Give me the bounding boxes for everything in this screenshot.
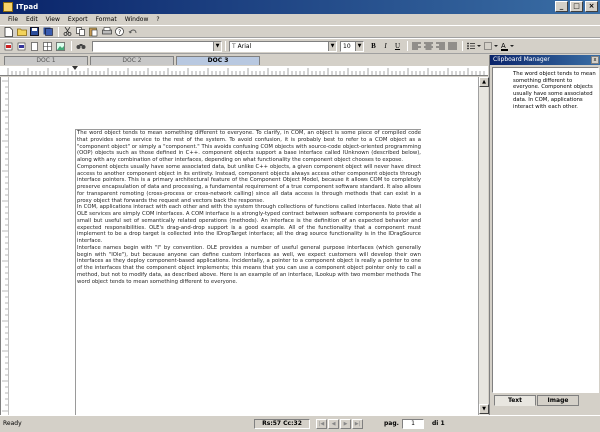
- tab-doc-1[interactable]: DOC 1: [4, 56, 88, 65]
- paragraph: In COM, applications interact with each …: [77, 204, 421, 244]
- first-page-icon[interactable]: |◀: [316, 419, 327, 429]
- font-size-combo[interactable]: 10 ▼: [340, 40, 364, 52]
- clipboard-title: Clipboard Manager x: [490, 55, 600, 65]
- clipboard-content[interactable]: The word object tends to mean something …: [492, 67, 599, 393]
- clipboard-text: The word object tends to mean something …: [513, 71, 596, 110]
- menu-export[interactable]: Export: [64, 16, 92, 23]
- tab-doc-2[interactable]: DOC 2: [90, 56, 174, 65]
- paragraph: The word object tends to mean something …: [77, 130, 421, 163]
- save-all-icon[interactable]: [42, 27, 53, 37]
- save-icon[interactable]: [29, 27, 40, 37]
- page-label: pag.: [384, 420, 399, 427]
- font-name-value: Arial: [237, 42, 252, 50]
- mark-blue-icon[interactable]: [16, 41, 27, 51]
- format-toolbar: ▼ T Arial ▼ 10 ▼ B I U A: [0, 38, 600, 54]
- chevron-down-icon: ▼: [328, 41, 336, 51]
- toolbar-separator: [71, 41, 72, 51]
- standard-toolbar: ?: [0, 25, 600, 38]
- bold-button[interactable]: B: [368, 41, 379, 52]
- menu-bar: File Edit View Export Format Window ?: [0, 14, 600, 25]
- toolbar-separator: [462, 41, 463, 51]
- align-right-icon[interactable]: [435, 41, 446, 52]
- close-button[interactable]: ×: [585, 1, 598, 12]
- status-text: Ready: [3, 420, 22, 427]
- paragraph: Component objects usually have some asso…: [77, 163, 421, 204]
- font-size-value: 10: [343, 42, 351, 50]
- chevron-down-icon: ▼: [213, 41, 221, 51]
- menu-window[interactable]: Window: [121, 16, 153, 23]
- clipboard-panel: Clipboard Manager x The word object tend…: [489, 55, 600, 415]
- page-input[interactable]: 1: [402, 419, 424, 429]
- document-text[interactable]: The word object tends to mean something …: [75, 129, 421, 415]
- svg-text:A: A: [501, 43, 506, 50]
- title-bar: ITpad _ □ ×: [0, 0, 600, 14]
- document-area[interactable]: The word object tends to mean something …: [0, 77, 478, 415]
- menu-help[interactable]: ?: [152, 16, 163, 23]
- underline-button[interactable]: U: [392, 41, 403, 52]
- align-justify-icon[interactable]: [447, 41, 458, 52]
- paragraph: Interface names begin with "I" by conven…: [77, 244, 421, 285]
- window-controls: _ □ ×: [555, 1, 598, 12]
- chevron-down-icon: ▼: [355, 41, 363, 51]
- style-combo[interactable]: ▼: [92, 40, 222, 52]
- cursor-position: Rs:57 Cc:32: [254, 419, 310, 429]
- menu-edit[interactable]: Edit: [22, 16, 42, 23]
- print-icon[interactable]: [101, 27, 112, 37]
- close-icon[interactable]: x: [591, 56, 599, 64]
- horizontal-ruler[interactable]: [0, 66, 488, 76]
- page-navigation: |◀ ◀ ▶ ▶|: [316, 419, 364, 429]
- scroll-up-icon[interactable]: ▲: [479, 77, 489, 87]
- document-tabs: DOC 1 DOC 2 DOC 3: [0, 55, 488, 65]
- app-icon: [3, 2, 13, 12]
- svg-text:?: ?: [118, 29, 121, 36]
- toolbar-separator: [407, 41, 408, 51]
- clipboard-tabs: Text Image: [494, 395, 580, 407]
- status-bar: Ready Rs:57 Cc:32 |◀ ◀ ▶ ▶| pag. 1 di 1: [0, 415, 600, 432]
- clipboard-title-text: Clipboard Manager: [493, 56, 550, 63]
- open-folder-icon[interactable]: [16, 27, 27, 37]
- menu-file[interactable]: File: [4, 16, 22, 23]
- table-icon[interactable]: [42, 41, 53, 51]
- menu-view[interactable]: View: [42, 16, 64, 23]
- page-total: di 1: [432, 420, 445, 427]
- window-title: ITpad: [16, 3, 39, 11]
- prev-page-icon[interactable]: ◀: [328, 419, 339, 429]
- binoculars-icon[interactable]: [75, 41, 86, 51]
- tab-image[interactable]: Image: [537, 395, 579, 406]
- cut-icon[interactable]: [62, 27, 73, 37]
- tab-text[interactable]: Text: [494, 395, 536, 406]
- italic-button[interactable]: I: [380, 41, 391, 52]
- scroll-down-icon[interactable]: ▼: [479, 404, 489, 414]
- last-page-icon[interactable]: ▶|: [352, 419, 363, 429]
- tab-doc-3[interactable]: DOC 3: [176, 56, 260, 65]
- toolbar-separator: [58, 26, 59, 37]
- maximize-button[interactable]: □: [570, 1, 583, 12]
- vertical-scrollbar[interactable]: ▲ ▼: [478, 77, 489, 415]
- paste-icon[interactable]: [88, 27, 99, 37]
- align-left-icon[interactable]: [411, 41, 422, 52]
- help-icon[interactable]: ?: [114, 27, 125, 37]
- image-icon[interactable]: [55, 41, 66, 51]
- font-type-icon: T: [232, 42, 236, 50]
- font-name-combo[interactable]: T Arial ▼: [229, 40, 337, 52]
- toolbar-separator: [225, 41, 226, 51]
- border-icon[interactable]: [483, 41, 499, 52]
- mark-red-icon[interactable]: [3, 41, 14, 51]
- undo-icon[interactable]: [127, 27, 138, 37]
- page-icon[interactable]: [29, 41, 40, 51]
- next-page-icon[interactable]: ▶: [340, 419, 351, 429]
- align-center-icon[interactable]: [423, 41, 434, 52]
- new-file-icon[interactable]: [3, 26, 14, 37]
- ruler-ticks: [7, 66, 485, 75]
- copy-icon[interactable]: [75, 27, 86, 37]
- minimize-button[interactable]: _: [555, 1, 568, 12]
- vertical-ruler: [1, 77, 9, 415]
- menu-format[interactable]: Format: [92, 16, 121, 23]
- bullet-list-icon[interactable]: [466, 41, 482, 52]
- font-color-icon[interactable]: A: [500, 41, 516, 52]
